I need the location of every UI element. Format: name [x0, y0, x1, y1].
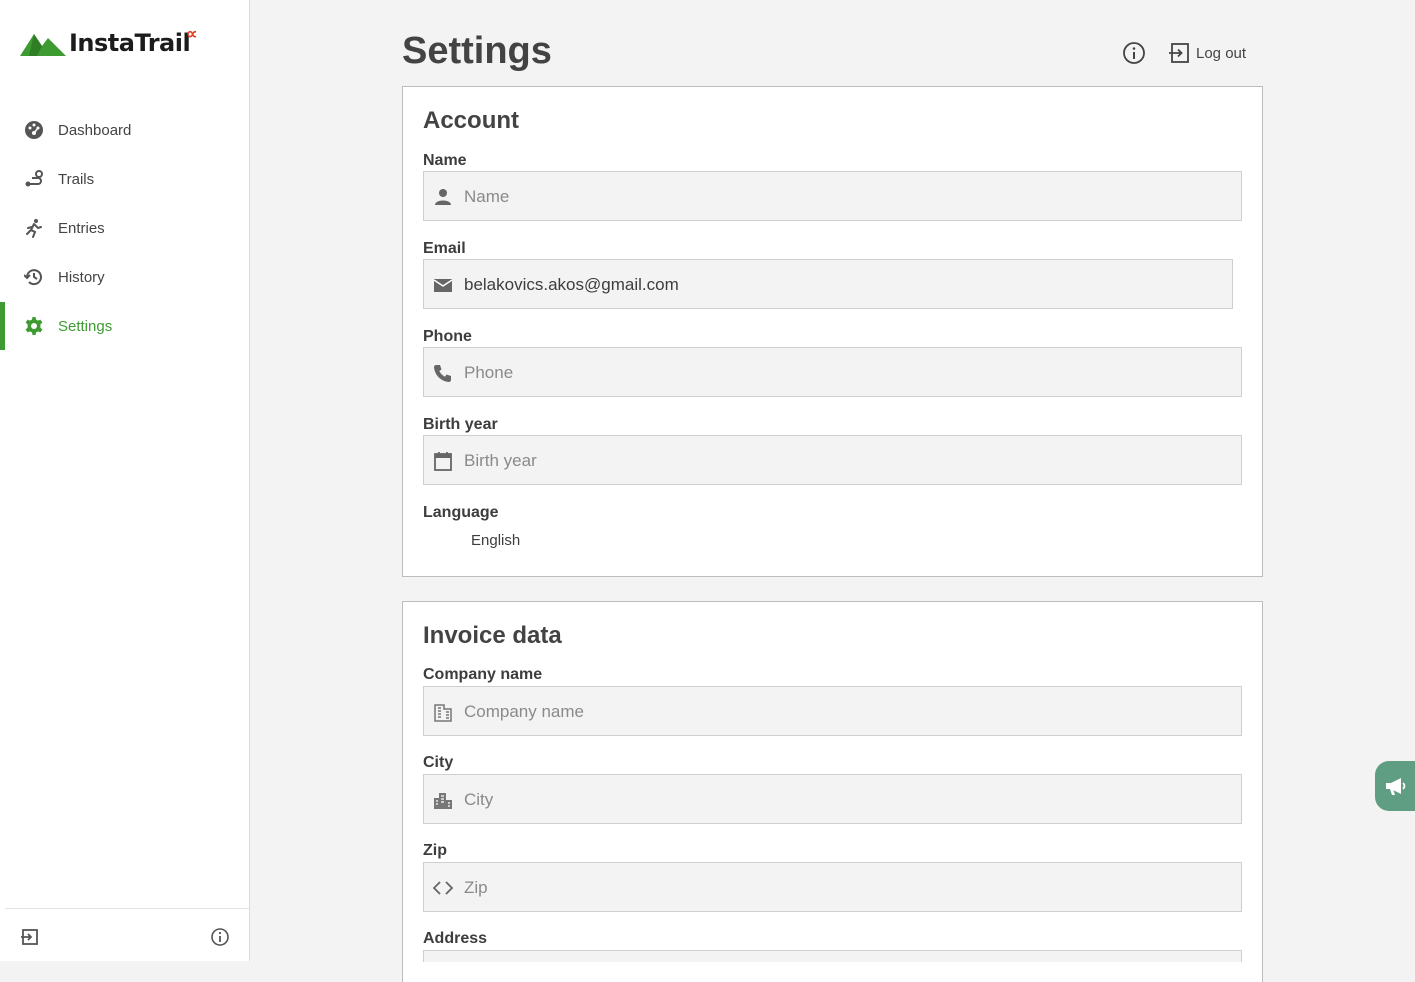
- instatrail-logo[interactable]: InstaTrail ∝: [20, 26, 197, 60]
- name-label: Name: [423, 152, 467, 169]
- logout-label: Log out: [1196, 45, 1247, 62]
- calendar-icon: [434, 452, 452, 471]
- sidebar-footer: [5, 908, 249, 962]
- city-field[interactable]: City: [423, 774, 1242, 824]
- language-select[interactable]: English: [471, 532, 520, 549]
- info-icon[interactable]: [210, 927, 230, 947]
- language-label: Language: [423, 504, 499, 521]
- logout-icon[interactable]: [20, 927, 40, 947]
- feedback-button[interactable]: [1375, 761, 1415, 811]
- zip-label: Zip: [423, 842, 447, 859]
- sidebar-item-dashboard[interactable]: Dashboard: [0, 106, 249, 155]
- phone-field[interactable]: Phone: [423, 347, 1242, 397]
- logout-icon: [1169, 43, 1189, 63]
- envelope-icon: [433, 279, 453, 292]
- address-field[interactable]: [423, 950, 1242, 962]
- invoice-heading: Invoice data: [423, 622, 562, 649]
- email-label: Email: [423, 240, 466, 257]
- megaphone-icon: [1386, 778, 1406, 795]
- sidebar-item-label: Dashboard: [58, 122, 132, 139]
- email-value: belakovics.akos@gmail.com: [464, 275, 679, 294]
- sidebar-item-label: History: [58, 269, 105, 286]
- sidebar-item-label: Settings: [58, 318, 113, 335]
- sidebar: InstaTrail ∝ Dashboard Trails Entries Hi…: [0, 0, 250, 961]
- company-name-placeholder: Company name: [464, 702, 585, 721]
- logo-text: InstaTrail: [69, 29, 191, 57]
- sidebar-item-label: Entries: [58, 220, 105, 237]
- phone-placeholder: Phone: [464, 363, 514, 382]
- name-placeholder: Name: [464, 187, 510, 206]
- city-placeholder: City: [464, 790, 494, 809]
- name-field[interactable]: Name: [423, 171, 1242, 221]
- account-heading: Account: [423, 107, 519, 134]
- invoice-card: Invoice data Company name Company name C…: [402, 601, 1263, 982]
- sidebar-item-trails[interactable]: Trails: [0, 155, 249, 204]
- phone-label: Phone: [423, 328, 472, 345]
- sidebar-item-label: Trails: [58, 171, 95, 188]
- company-name-label: Company name: [423, 666, 543, 683]
- gear-icon: [25, 317, 43, 335]
- sidebar-item-history[interactable]: History: [0, 253, 249, 302]
- building-icon: [434, 704, 452, 722]
- history-icon: [24, 269, 42, 286]
- route-icon: [25, 170, 43, 187]
- sidebar-item-entries[interactable]: Entries: [0, 204, 249, 253]
- sidebar-item-settings[interactable]: Settings: [0, 302, 249, 351]
- mountain-logo-icon: [20, 34, 66, 56]
- phone-icon: [434, 365, 451, 382]
- logout-button[interactable]: Log out: [1168, 41, 1258, 65]
- page-title: Settings: [402, 30, 552, 72]
- sidebar-nav: Dashboard Trails Entries History Setting…: [0, 106, 249, 351]
- birth-year-field[interactable]: Birth year: [423, 435, 1242, 485]
- city-label: City: [423, 754, 454, 771]
- dashboard-icon: [25, 121, 43, 139]
- account-card: Account Name Name Email belakovics.akos@…: [402, 86, 1263, 577]
- code-icon: [433, 881, 453, 895]
- info-icon[interactable]: [1122, 41, 1146, 65]
- city-icon: [434, 793, 452, 809]
- company-name-field[interactable]: Company name: [423, 686, 1242, 736]
- birth-year-label: Birth year: [423, 416, 498, 433]
- email-field[interactable]: belakovics.akos@gmail.com: [423, 259, 1233, 309]
- logo-alpha-mark: ∝: [186, 26, 198, 43]
- address-label: Address: [423, 930, 488, 947]
- zip-placeholder: Zip: [464, 878, 488, 897]
- birth-year-placeholder: Birth year: [464, 451, 537, 470]
- person-icon: [435, 189, 451, 205]
- running-person-icon: [26, 219, 42, 238]
- zip-field[interactable]: Zip: [423, 862, 1242, 912]
